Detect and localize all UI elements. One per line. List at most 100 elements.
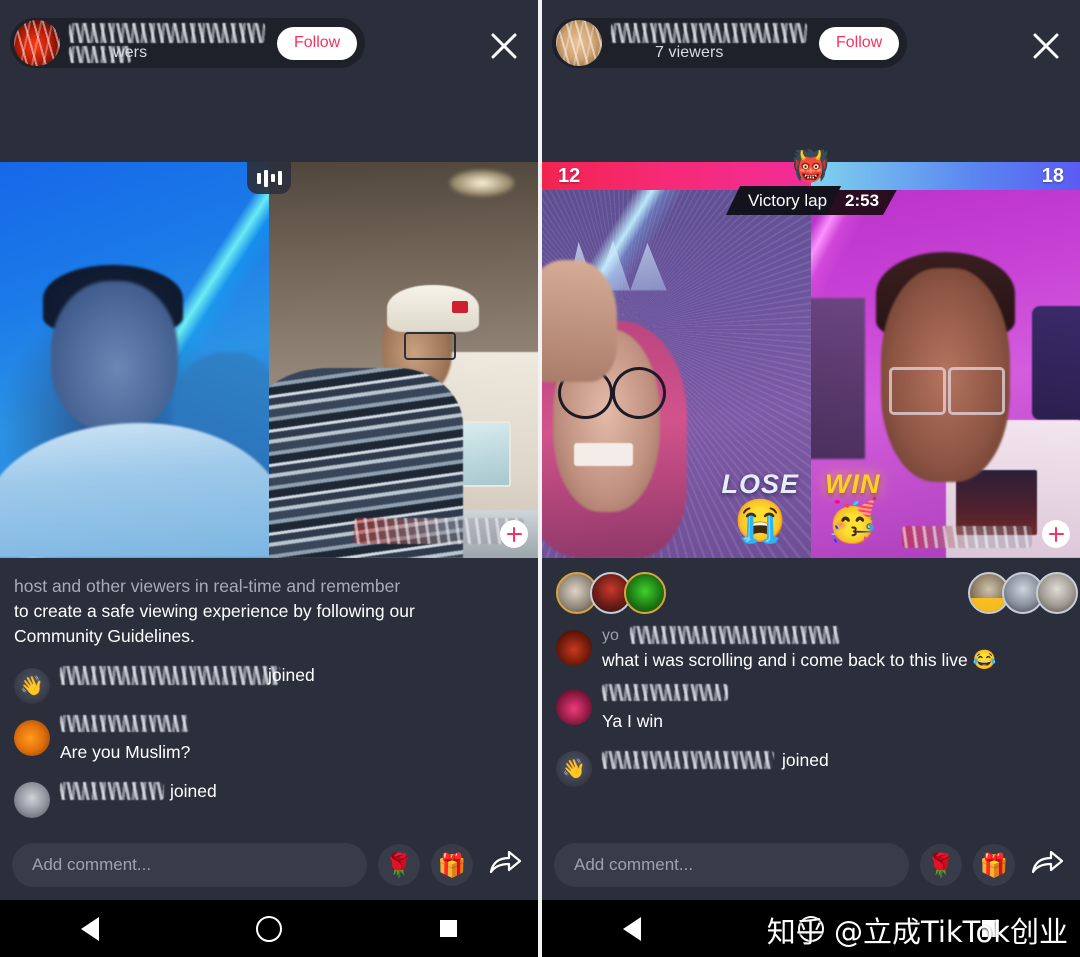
- battle-score-bar: 12 18 👹: [542, 152, 1080, 190]
- video-redaction-overlay: [902, 526, 1032, 548]
- viewer-avatar[interactable]: [624, 572, 666, 614]
- cam-detail: [51, 280, 178, 432]
- gift-icon[interactable]: 🎁: [431, 844, 473, 886]
- top-viewer-avatar[interactable]: [1036, 572, 1078, 614]
- video-stage-right[interactable]: LOSE 😭 WIN 🥳: [542, 176, 1080, 558]
- host-avatar[interactable]: [556, 20, 602, 66]
- home-circle-icon[interactable]: [239, 909, 299, 949]
- username-redacted: [602, 684, 728, 701]
- battle-stage-label: Victory lap: [726, 186, 841, 215]
- viewer-avatar-row[interactable]: [542, 558, 1080, 622]
- battle-verdict-lose: LOSE 😭: [721, 471, 799, 542]
- back-triangle-icon[interactable]: [602, 909, 662, 949]
- username-redacted: [60, 666, 280, 685]
- back-triangle-icon[interactable]: [60, 909, 120, 949]
- viewer-avatars-left[interactable]: [556, 572, 666, 614]
- comment-composer-left: 🌹 🎁: [0, 830, 538, 900]
- recents-square-icon[interactable]: [418, 909, 478, 949]
- chat-message[interactable]: Are you Muslim?: [0, 704, 538, 764]
- follow-button[interactable]: Follow: [819, 26, 900, 60]
- chat-message[interactable]: 👋 joined: [542, 733, 1080, 787]
- chat-feed-right[interactable]: yo what i was scrolling and i come back …: [542, 558, 1080, 830]
- close-icon[interactable]: [1026, 26, 1066, 66]
- message-body: Ya I win: [602, 684, 1068, 733]
- message-avatar[interactable]: 👋: [556, 751, 592, 787]
- cam-detail: [889, 367, 947, 416]
- follow-button[interactable]: Follow: [277, 26, 358, 60]
- username-redacted: [60, 782, 164, 800]
- close-icon[interactable]: [484, 26, 524, 66]
- verdict-word: WIN: [825, 469, 881, 499]
- joined-label: joined: [268, 665, 315, 685]
- video-redaction-overlay: [354, 518, 524, 544]
- host-username-redacted: [611, 23, 807, 43]
- comment-input[interactable]: [554, 843, 909, 887]
- cam-battle-right[interactable]: WIN 🥳: [811, 176, 1080, 558]
- comment-input[interactable]: [12, 843, 367, 887]
- rose-icon[interactable]: 🌹: [378, 844, 420, 886]
- angry-face-mascot-icon: 👹: [792, 150, 830, 183]
- cam-guest-right[interactable]: [269, 162, 538, 558]
- message-body: joined: [60, 665, 526, 704]
- host-viewer-count: 7 viewers: [655, 44, 724, 61]
- cam-detail: [0, 423, 269, 558]
- host-name-block: 7 viewers: [611, 20, 811, 66]
- plus-icon[interactable]: [1042, 520, 1070, 548]
- share-arrow-icon[interactable]: [1026, 844, 1068, 886]
- message-body: joined: [60, 780, 526, 818]
- cam-detail: [574, 443, 634, 467]
- chat-feed-left[interactable]: host and other viewers in real-time and …: [0, 558, 538, 830]
- video-stage-left[interactable]: [0, 162, 538, 558]
- gift-icon[interactable]: 🎁: [973, 844, 1015, 886]
- host-info-bar[interactable]: 7 viewers Follow: [552, 18, 908, 68]
- equalizer-icon[interactable]: [247, 162, 291, 194]
- chat-message[interactable]: Ya I win: [542, 673, 1080, 733]
- verdict-word: LOSE: [721, 469, 799, 499]
- host-username-redacted: [69, 23, 265, 43]
- message-body: yo what i was scrolling and i come back …: [602, 626, 1068, 673]
- host-info-bar[interactable]: wers Follow: [10, 18, 366, 68]
- top-viewer-avatars-right[interactable]: [968, 572, 1078, 614]
- message-avatar[interactable]: [14, 782, 50, 818]
- message-name: [60, 715, 526, 740]
- username-redacted: [602, 751, 774, 769]
- message-avatar[interactable]: [556, 630, 592, 666]
- message-avatar[interactable]: 👋: [14, 668, 50, 704]
- username-redacted: [60, 715, 190, 732]
- message-name: joined: [60, 780, 526, 802]
- plus-icon[interactable]: [500, 520, 528, 548]
- message-avatar[interactable]: [556, 689, 592, 725]
- system-message-line: host and other viewers in real-time and …: [14, 576, 401, 596]
- system-message: host and other viewers in real-time and …: [0, 558, 538, 657]
- chat-message[interactable]: 👋 joined: [0, 657, 538, 704]
- message-text: what i was scrolling and i come back to …: [602, 648, 1068, 673]
- message-name: yo: [602, 626, 1068, 648]
- verdict-emoji: 😭: [734, 497, 787, 544]
- chat-message[interactable]: yo what i was scrolling and i come back …: [542, 622, 1080, 673]
- chat-message[interactable]: joined: [0, 764, 538, 818]
- wave-hand-icon: 👋: [20, 676, 44, 697]
- username-prefix: yo: [602, 627, 619, 644]
- cam-detail: [948, 367, 1006, 416]
- wave-hand-icon: 👋: [562, 759, 586, 780]
- cam-detail: [451, 300, 468, 313]
- host-avatar[interactable]: [14, 20, 60, 66]
- share-arrow-icon[interactable]: [484, 844, 526, 886]
- live-panel-right: 7 viewers Follow 12 18 👹 Victory lap 2:5…: [542, 0, 1080, 957]
- cam-detail: [542, 260, 618, 383]
- channel-watermark: 知乎 @立成TikTok创业: [766, 915, 1068, 949]
- cam-detail: [811, 298, 865, 459]
- joined-label: joined: [170, 781, 217, 801]
- rose-icon[interactable]: 🌹: [920, 844, 962, 886]
- message-name: joined: [602, 749, 1068, 771]
- message-text: Are you Muslim?: [60, 742, 191, 762]
- cam-guest-left[interactable]: [0, 162, 269, 558]
- joined-label: joined: [782, 750, 829, 770]
- message-avatar[interactable]: [14, 720, 50, 756]
- message-body: joined: [602, 749, 1068, 787]
- avatar-redaction-overlay: [14, 20, 60, 66]
- cam-detail: [403, 332, 456, 361]
- cam-battle-left[interactable]: LOSE 😭: [542, 176, 811, 558]
- verdict-emoji: 🥳: [826, 497, 879, 544]
- message-body: Are you Muslim?: [60, 715, 526, 764]
